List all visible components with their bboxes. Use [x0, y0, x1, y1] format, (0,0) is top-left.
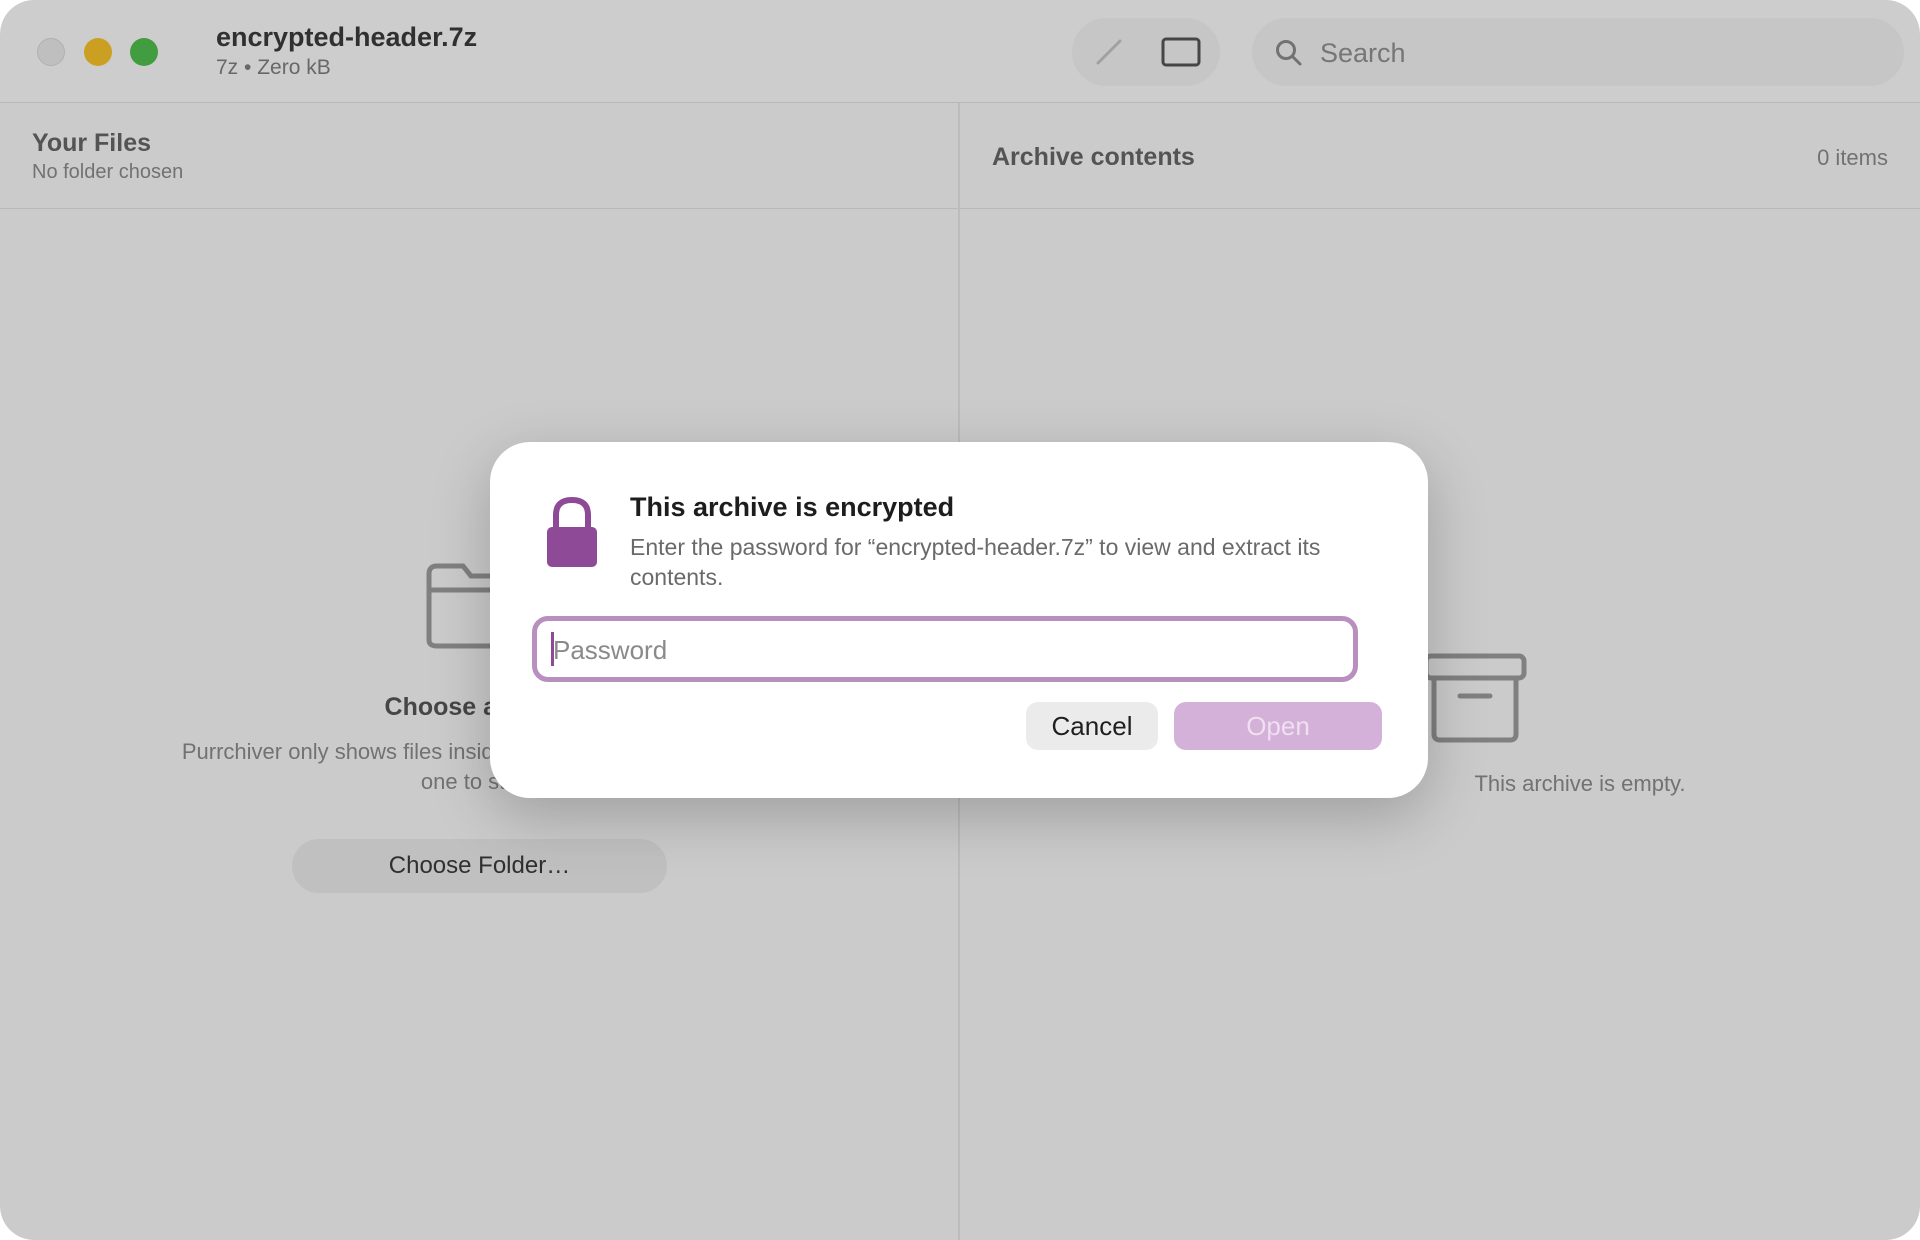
- lock-icon: [547, 496, 597, 567]
- open-button[interactable]: Open: [1174, 702, 1382, 750]
- password-dialog: This archive is encrypted Enter the pass…: [490, 442, 1428, 798]
- password-field[interactable]: [532, 616, 1358, 682]
- dialog-title: This archive is encrypted: [630, 492, 955, 522]
- text-caret: [551, 632, 554, 666]
- app-window: encrypted-header.7z 7z • Zero kB Search …: [0, 0, 1920, 1240]
- dialog-message: Enter the password for “encrypted-header…: [630, 534, 1321, 590]
- cancel-button[interactable]: Cancel: [1026, 702, 1158, 750]
- password-input[interactable]: [551, 629, 1335, 671]
